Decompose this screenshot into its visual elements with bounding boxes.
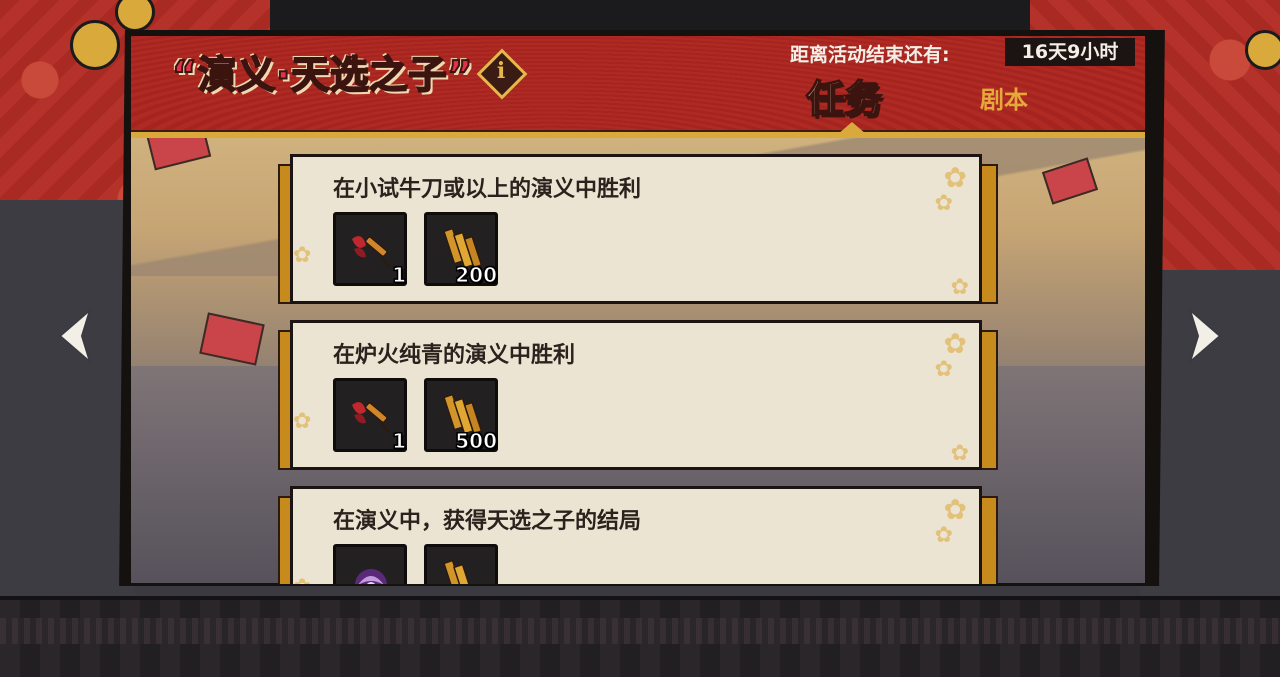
reward-item[interactable] — [333, 544, 407, 584]
brush-icon — [352, 402, 391, 434]
task-card-body: 在炉火纯青的演义中胜利 ✿ ✿ ✿ ✿ 1 500 — [290, 320, 982, 470]
task-list[interactable]: 在小试牛刀或以上的演义中胜利 ✿ ✿ ✿ ✿ 1 200 在炉火纯青的演义中胜利… — [278, 154, 998, 584]
reward-item[interactable]: 500 — [424, 378, 498, 454]
flower-decoration-icon: ✿ — [950, 441, 969, 466]
ground-pattern — [0, 596, 1280, 677]
event-title: “演义·天选之子” — [171, 52, 474, 98]
flower-decoration-icon: ✿ — [943, 493, 967, 526]
info-button[interactable]: i — [476, 48, 528, 100]
gold-flower-decoration — [70, 20, 120, 70]
flower-decoration-icon: ✿ — [293, 575, 311, 584]
gold-flower-decoration — [1245, 30, 1280, 70]
reward-quantity: 200 — [455, 263, 498, 288]
task-card-body: 在演义中，获得天选之子的结局 ✿ ✿ ✿ — [290, 486, 982, 584]
card-tab-right — [980, 164, 998, 304]
prev-page-button[interactable] — [52, 306, 102, 366]
reward-item[interactable]: 1 — [333, 212, 407, 288]
reward-quantity: 1 — [392, 429, 407, 454]
task-card: 在演义中，获得天选之子的结局 ✿ ✿ ✿ — [278, 486, 998, 584]
brush-icon — [352, 236, 391, 268]
reward-item[interactable]: 1 — [333, 378, 407, 454]
reward-item[interactable]: 200 — [424, 212, 498, 288]
event-timer-label: 距离活动结束还有: — [790, 44, 950, 66]
flower-decoration-icon: ✿ — [943, 327, 967, 360]
reward-quantity: 500 — [455, 429, 498, 454]
flower-decoration-icon: ✿ — [934, 357, 953, 382]
card-tab-right — [980, 496, 998, 584]
info-icon: i — [496, 58, 506, 84]
tab-scripts[interactable]: 剧本 — [980, 80, 1028, 115]
flower-decoration-icon: ✿ — [934, 523, 953, 548]
event-timer-value: 16天9小时 — [1005, 38, 1135, 66]
tab-tasks[interactable]: 任务 — [805, 68, 883, 123]
flower-decoration-icon: ✿ — [934, 191, 953, 216]
reward-item[interactable] — [424, 544, 498, 584]
flower-decoration-icon: ✿ — [293, 243, 312, 268]
task-card: 在炉火纯青的演义中胜利 ✿ ✿ ✿ ✿ 1 500 — [278, 320, 998, 476]
reward-quantity: 1 — [392, 263, 407, 288]
task-description: 在炉火纯青的演义中胜利 — [333, 343, 576, 368]
flower-decoration-icon: ✿ — [943, 161, 967, 194]
next-page-button[interactable] — [1178, 306, 1228, 366]
battle-flag — [199, 312, 265, 366]
purple-swirl-avatar-icon — [355, 569, 387, 584]
chevron-right-icon — [1188, 306, 1222, 366]
task-description: 在演义中，获得天选之子的结局 — [333, 509, 642, 534]
card-tab-right — [980, 330, 998, 470]
task-card: 在小试牛刀或以上的演义中胜利 ✿ ✿ ✿ ✿ 1 200 — [278, 154, 998, 310]
chevron-left-icon — [58, 306, 92, 366]
flower-decoration-icon: ✿ — [293, 409, 312, 434]
bamboo-slip-icon — [443, 559, 475, 584]
background-watchtower-left — [0, 200, 135, 600]
active-tab-indicator — [838, 122, 866, 134]
task-card-body: 在小试牛刀或以上的演义中胜利 ✿ ✿ ✿ ✿ 1 200 — [290, 154, 982, 304]
flower-decoration-icon: ✿ — [950, 275, 969, 300]
header-gold-border — [131, 130, 1145, 138]
task-description: 在小试牛刀或以上的演义中胜利 — [333, 177, 642, 202]
